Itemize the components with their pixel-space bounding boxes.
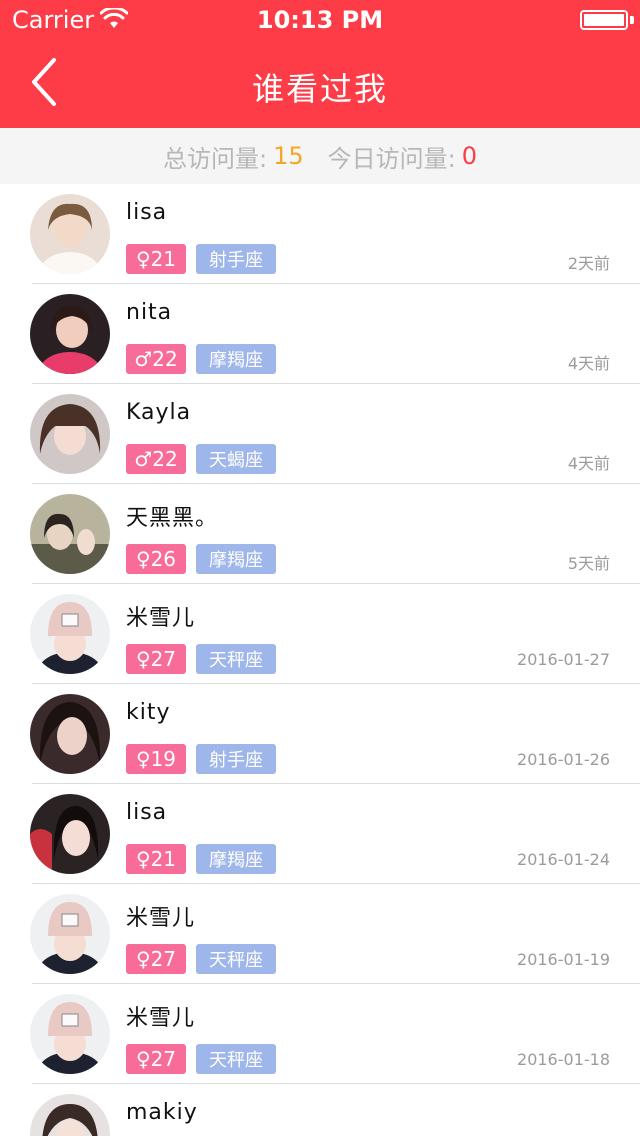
visitor-row[interactable]: makiy bbox=[0, 1084, 640, 1136]
visitor-name: lisa bbox=[126, 200, 168, 225]
visitor-name: 米雪儿 bbox=[126, 1006, 196, 1031]
zodiac-badge: 天秤座 bbox=[196, 644, 276, 674]
gender-age-badge: ♀27 bbox=[126, 1044, 186, 1074]
visit-stats: 总访问量: 15 今日访问量: 0 bbox=[0, 128, 640, 184]
battery-tip bbox=[630, 16, 634, 24]
avatar[interactable] bbox=[30, 294, 110, 374]
gender-age-badge: ♀21 bbox=[126, 844, 186, 874]
visitor-row[interactable]: 米雪儿 ♀27 天秤座 2016-01-27 bbox=[0, 584, 640, 684]
avatar[interactable] bbox=[30, 394, 110, 474]
gender-age-badge: ♀27 bbox=[126, 944, 186, 974]
gender-age-badge: ♂22 bbox=[126, 444, 186, 474]
avatar[interactable] bbox=[30, 794, 110, 874]
visitor-row[interactable]: Kayla ♂22 天蝎座 4天前 bbox=[0, 384, 640, 484]
visitor-name: lisa bbox=[126, 800, 168, 825]
visitor-name: nita bbox=[126, 300, 173, 325]
gender-age-badge: ♂22 bbox=[126, 344, 186, 374]
visit-time: 2016-01-26 bbox=[517, 750, 610, 769]
today-visits-label: 今日访问量: bbox=[327, 144, 456, 173]
gender-age-badge: ♀27 bbox=[126, 644, 186, 674]
clock: 10:13 PM bbox=[256, 6, 384, 34]
zodiac-badge: 射手座 bbox=[196, 244, 276, 274]
visitor-name: 米雪儿 bbox=[126, 906, 196, 931]
visit-time: 2016-01-18 bbox=[517, 1050, 610, 1069]
visitor-row[interactable]: lisa ♀21 摩羯座 2016-01-24 bbox=[0, 784, 640, 884]
visitor-name: 天黑黑。 bbox=[126, 506, 219, 531]
visit-time: 2016-01-24 bbox=[517, 850, 610, 869]
zodiac-badge: 摩羯座 bbox=[196, 844, 276, 874]
avatar[interactable] bbox=[30, 194, 110, 274]
battery-icon bbox=[580, 10, 628, 30]
visitor-name: Kayla bbox=[126, 400, 192, 425]
zodiac-badge: 天秤座 bbox=[196, 944, 276, 974]
today-visits-value: 0 bbox=[461, 142, 477, 170]
zodiac-badge: 摩羯座 bbox=[196, 344, 276, 374]
visitor-row[interactable]: nita ♂22 摩羯座 4天前 bbox=[0, 284, 640, 384]
visitor-name: kity bbox=[126, 700, 171, 725]
page-title: 谁看过我 bbox=[251, 70, 388, 108]
avatar[interactable] bbox=[30, 694, 110, 774]
total-visits-label: 总访问量: bbox=[162, 144, 268, 173]
avatar[interactable] bbox=[30, 594, 110, 674]
visit-time: 2016-01-19 bbox=[517, 950, 610, 969]
visit-time: 2016-01-27 bbox=[517, 650, 610, 669]
status-bar: Carrier 10:13 PM bbox=[0, 0, 640, 40]
gender-age-badge: ♀21 bbox=[126, 244, 186, 274]
zodiac-badge: 天秤座 bbox=[196, 1044, 276, 1074]
zodiac-badge: 天蝎座 bbox=[196, 444, 276, 474]
visitor-row[interactable]: 米雪儿 ♀27 天秤座 2016-01-19 bbox=[0, 884, 640, 984]
avatar[interactable] bbox=[30, 894, 110, 974]
gender-age-badge: ♀19 bbox=[126, 744, 186, 774]
visitor-name: makiy bbox=[126, 1100, 198, 1125]
visitor-row[interactable]: kity ♀19 射手座 2016-01-26 bbox=[0, 684, 640, 784]
visitor-row[interactable]: 米雪儿 ♀27 天秤座 2016-01-18 bbox=[0, 984, 640, 1084]
visit-time: 4天前 bbox=[567, 354, 610, 373]
visitor-list: lisa ♀21 射手座 2天前 nita ♂22 摩羯座 4天前 Kayla … bbox=[0, 184, 640, 1136]
visitor-row[interactable]: lisa ♀21 射手座 2天前 bbox=[0, 184, 640, 284]
zodiac-badge: 射手座 bbox=[196, 744, 276, 774]
avatar[interactable] bbox=[30, 1094, 110, 1136]
avatar[interactable] bbox=[30, 494, 110, 574]
total-visits-value: 15 bbox=[273, 142, 304, 170]
avatar[interactable] bbox=[30, 994, 110, 1074]
gender-age-badge: ♀26 bbox=[126, 544, 186, 574]
visit-time: 5天前 bbox=[567, 554, 610, 573]
zodiac-badge: 摩羯座 bbox=[196, 544, 276, 574]
visit-time: 4天前 bbox=[567, 454, 610, 473]
visit-time: 2天前 bbox=[567, 254, 610, 273]
visitor-name: 米雪儿 bbox=[126, 606, 196, 631]
navigation-bar: 谁看过我 bbox=[0, 40, 640, 128]
visitor-row[interactable]: 天黑黑。 ♀26 摩羯座 5天前 bbox=[0, 484, 640, 584]
